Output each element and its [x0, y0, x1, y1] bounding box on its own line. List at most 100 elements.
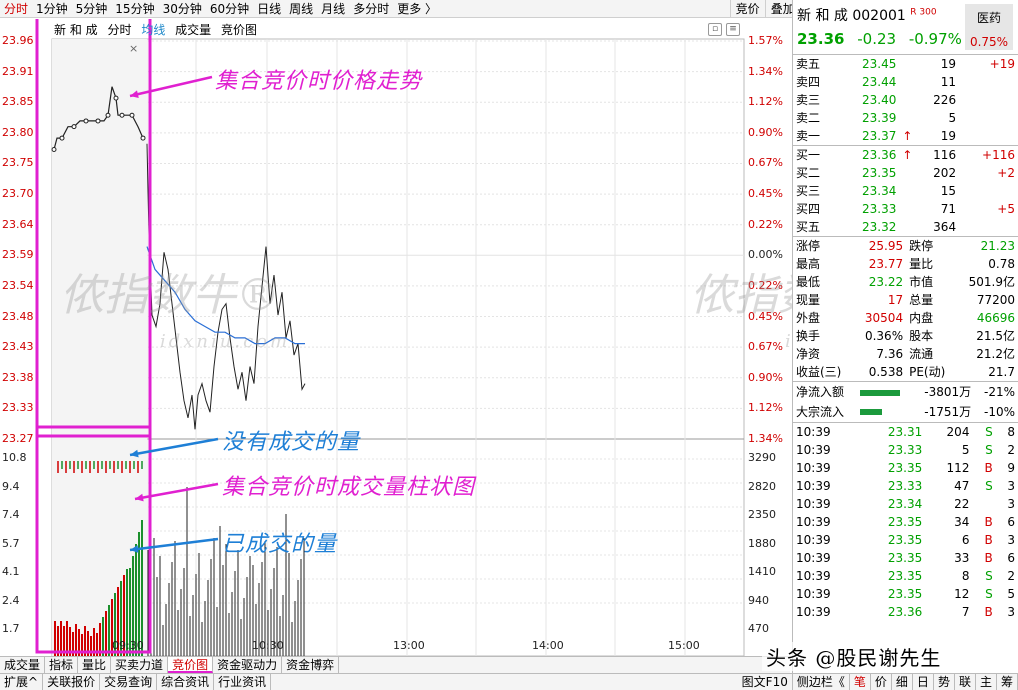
period-tab-4[interactable]: 30分钟	[159, 0, 206, 18]
bid-delta: +116	[982, 148, 1015, 162]
tick-side: S	[985, 568, 993, 583]
auction-price-point	[113, 95, 119, 101]
stat-key: 换手	[796, 329, 821, 343]
stat-value: 17	[887, 293, 904, 307]
period-tab-10[interactable]: 更多 〉	[393, 0, 441, 18]
bottom-tab-2[interactable]: 交易查询	[100, 674, 158, 690]
bid-delta	[959, 182, 1018, 200]
side-tab-9[interactable]: 筹	[997, 674, 1018, 690]
y-price-label: 23.48	[2, 309, 34, 323]
stat-value: 23.77	[868, 257, 904, 271]
period-tab-7[interactable]: 周线	[285, 0, 317, 18]
y-volume-label-right: 940	[748, 593, 769, 607]
industry-box[interactable]: 医药 0.75%	[965, 4, 1013, 50]
tick-time: 10:39	[796, 424, 831, 439]
side-tab-2[interactable]: 笔	[850, 674, 871, 690]
tick-row: 10:39 23.35 34 B 6	[793, 513, 1018, 531]
x-time-label: 13:00	[393, 639, 425, 652]
flow-value: -1751万	[924, 404, 972, 419]
period-tab-0[interactable]: 分时	[0, 0, 32, 18]
bottom-tab-3[interactable]: 综合资讯	[157, 674, 215, 690]
ask-row[interactable]: 卖五 23.45 19 +19	[793, 55, 1018, 73]
period-tab-2[interactable]: 5分钟	[72, 0, 112, 18]
avg-line-toggle[interactable]: 均线	[141, 23, 165, 37]
bid-row[interactable]: 买二 23.35 202 +2	[793, 164, 1018, 182]
indicator-tab-0[interactable]: 成交量	[0, 657, 46, 673]
y-price-label: 23.27	[2, 432, 34, 445]
tick-row: 10:39 23.33 5 S 2	[793, 441, 1018, 459]
period-tab-8[interactable]: 月线	[317, 0, 349, 18]
side-tab-5[interactable]: 日	[913, 674, 934, 690]
toolbar-button-0[interactable]: 竞价	[729, 0, 765, 18]
side-tab-1[interactable]: 侧边栏《	[793, 674, 850, 690]
chart-mode[interactable]: 分时	[107, 23, 131, 37]
ask-row[interactable]: 卖三 23.40 226	[793, 91, 1018, 109]
y-pct-label: 0.90%	[748, 125, 783, 139]
side-tab-6[interactable]: 势	[934, 674, 955, 690]
menu-icon[interactable]: ≡	[726, 23, 740, 36]
y-price-label: 23.38	[2, 370, 34, 384]
tick-row: 10:39 23.35 6 B 3	[793, 531, 1018, 549]
ask-delta	[959, 127, 1018, 146]
stat-row: 收益(三) 0.538 PE(动) 21.7	[793, 363, 1018, 382]
intraday-chart[interactable]: 新 和 成 分时 均线 成交量 竞价图 × ▫ ≡ 23.96 23.91 23.8…	[0, 19, 912, 656]
period-tab-5[interactable]: 60分钟	[206, 0, 253, 18]
indicator-tab-4[interactable]: 竞价图	[168, 657, 214, 673]
tick-count: 9	[1007, 460, 1015, 475]
y-price-label: 23.91	[2, 64, 34, 78]
ask-row[interactable]: 卖四 23.44 11	[793, 73, 1018, 91]
ask-arrow	[899, 55, 915, 73]
annotation-traded-volume: 已成交的量	[222, 532, 338, 557]
watermark-logo-left: 侬指数牛®	[60, 270, 280, 321]
auction-price-point	[105, 112, 111, 118]
y-pct-label: 1.12%	[748, 95, 783, 109]
tick-count: 6	[1007, 550, 1015, 565]
bottom-tab-0[interactable]: 扩展^	[0, 674, 44, 690]
tick-side: B	[984, 460, 993, 475]
auction-chart-toggle[interactable]: 竞价图	[221, 23, 257, 37]
auction-price-point	[119, 112, 125, 118]
close-icon[interactable]: ×	[129, 42, 138, 55]
period-tab-9[interactable]: 多分时	[349, 0, 393, 18]
side-tab-4[interactable]: 细	[892, 674, 913, 690]
stat-key: 内盘	[909, 311, 934, 325]
tick-volume: 8	[961, 568, 970, 583]
restore-icon[interactable]: ▫	[708, 23, 722, 36]
indicator-tab-3[interactable]: 买卖力道	[111, 657, 169, 673]
bid-row[interactable]: 买四 23.33 71 +5	[793, 200, 1018, 218]
tick-count: 3	[1007, 532, 1015, 547]
y-price-label: 23.33	[2, 401, 34, 415]
period-tab-1[interactable]: 1分钟	[32, 0, 72, 18]
indicator-tab-1[interactable]: 指标	[45, 657, 79, 673]
bid-row[interactable]: 买一 23.36 ↑ 116 +116	[793, 146, 1018, 165]
bid-label: 买一	[796, 148, 821, 162]
indicator-tab-5[interactable]: 资金驱动力	[213, 657, 283, 673]
flow-value: -3801万	[924, 385, 972, 399]
flow-bar	[859, 409, 883, 416]
y-pct-label: 1.34%	[748, 64, 783, 78]
tick-volume: 47	[954, 478, 970, 493]
tick-time: 10:39	[796, 604, 831, 619]
ask-row[interactable]: 卖一 23.37 ↑ 19	[793, 127, 1018, 146]
indicator-tab-2[interactable]: 量比	[78, 657, 112, 673]
industry-name: 医药	[976, 11, 1001, 25]
volume-toggle[interactable]: 成交量	[175, 23, 211, 37]
bid-label: 买四	[796, 202, 821, 216]
side-tab-8[interactable]: 主	[976, 674, 997, 690]
bid-row[interactable]: 买五 23.32 364	[793, 218, 1018, 237]
period-tab-3[interactable]: 15分钟	[111, 0, 158, 18]
y-volume-label-right: 3290	[748, 451, 776, 464]
ask-row[interactable]: 卖二 23.39 5	[793, 109, 1018, 127]
side-tab-7[interactable]: 联	[955, 674, 976, 690]
tick-list: 10:39 23.31 204 S 8 10:39 23.33 5 S 2 10:39 23.35 11…	[793, 423, 1018, 621]
bottom-tab-1[interactable]: 关联报价	[43, 674, 101, 690]
side-tab-3[interactable]: 价	[871, 674, 892, 690]
side-tab-0[interactable]: 图文F10	[738, 674, 793, 690]
y-volume-label-left: 4.1	[2, 565, 20, 578]
y-price-label: 23.80	[2, 125, 34, 139]
indicator-tab-6[interactable]: 资金博弈	[282, 657, 340, 673]
bid-row[interactable]: 买三 23.34 15	[793, 182, 1018, 200]
tick-count: 2	[1007, 568, 1015, 583]
bottom-tab-4[interactable]: 行业资讯	[214, 674, 272, 690]
period-tab-6[interactable]: 日线	[253, 0, 285, 18]
